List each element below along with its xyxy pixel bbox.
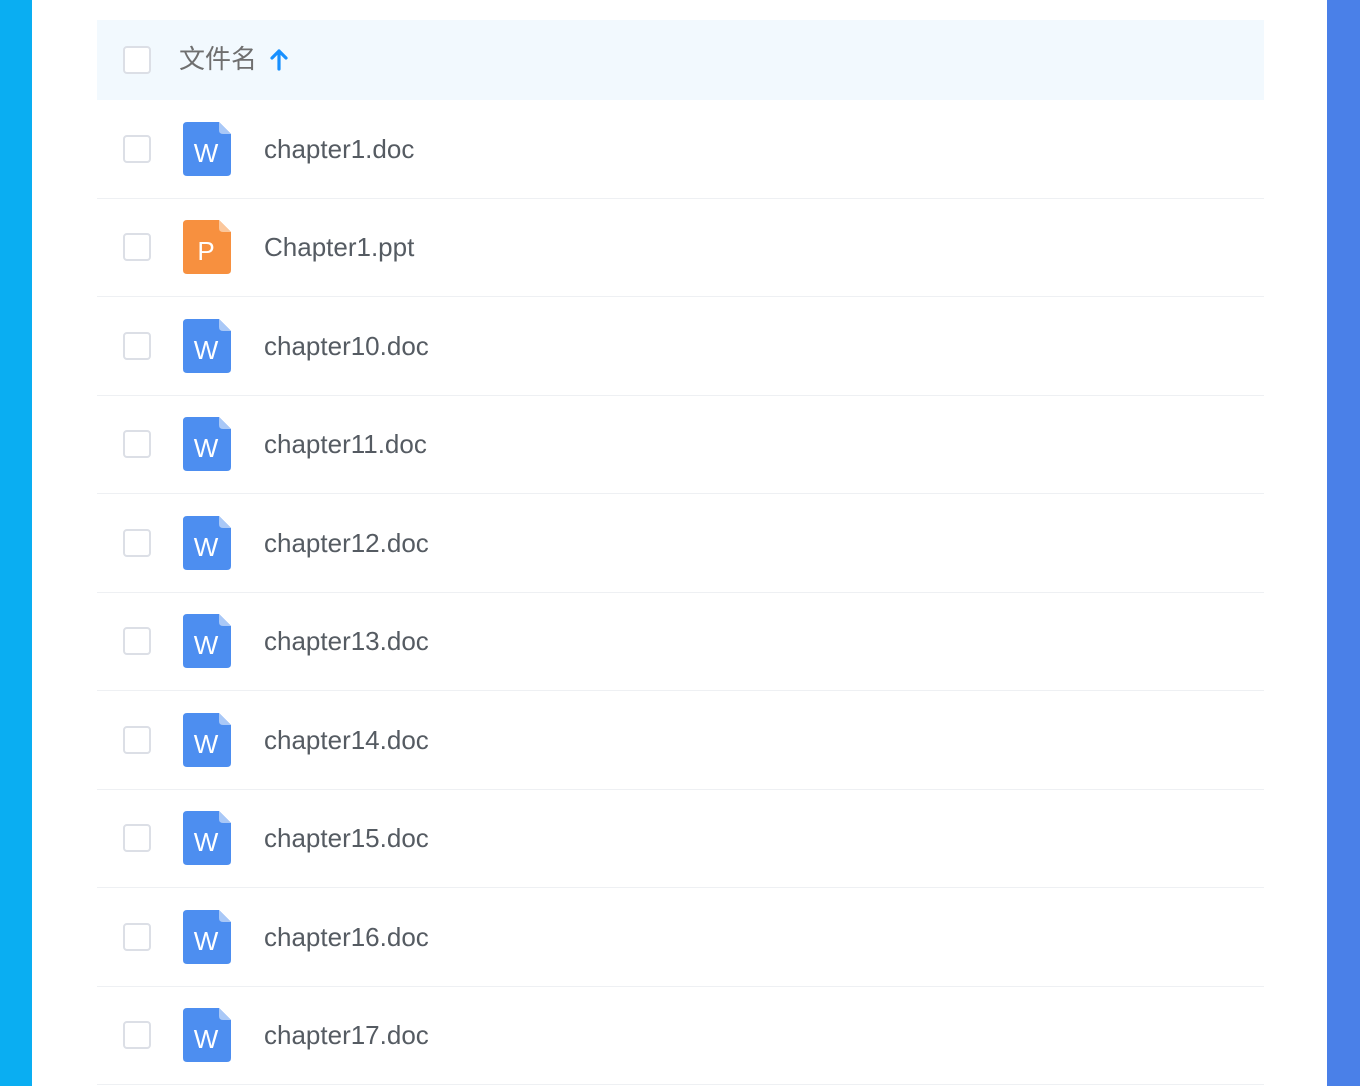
file-row[interactable]: Wchapter16.doc <box>97 888 1264 987</box>
file-row[interactable]: Wchapter12.doc <box>97 494 1264 593</box>
file-name[interactable]: chapter12.doc <box>264 530 429 556</box>
file-row[interactable]: Wchapter1.doc <box>97 100 1264 199</box>
file-row[interactable]: Wchapter17.doc <box>97 987 1264 1085</box>
word-file-icon: W <box>183 614 231 669</box>
file-rows: Wchapter1.doc P Chapter1.ppt Wchapter10.doc… <box>97 100 1264 1085</box>
file-icon-letter: P <box>197 236 214 266</box>
file-row[interactable]: P Chapter1.ppt <box>97 199 1264 297</box>
word-file-icon: W <box>183 417 231 472</box>
word-file-icon: W <box>183 515 231 570</box>
file-name[interactable]: chapter13.doc <box>264 628 429 654</box>
file-name[interactable]: chapter11.doc <box>264 431 427 457</box>
file-name[interactable]: chapter10.doc <box>264 333 429 359</box>
file-icon-letter: W <box>194 1024 219 1054</box>
file-list-header: 文件名 <box>97 20 1264 100</box>
file-name[interactable]: chapter16.doc <box>264 924 429 950</box>
file-checkbox[interactable] <box>123 528 151 557</box>
file-row[interactable]: Wchapter10.doc <box>97 297 1264 396</box>
file-name[interactable]: chapter15.doc <box>264 825 429 851</box>
word-file-icon: W <box>183 1008 231 1063</box>
file-name[interactable]: chapter1.doc <box>264 136 414 162</box>
file-row[interactable]: Wchapter14.doc <box>97 691 1264 790</box>
file-list: 文件名 Wchapter1.doc P Chapter1.ppt Wchapter10… <box>97 20 1264 1085</box>
file-icon-letter: W <box>194 827 219 857</box>
file-name[interactable]: Chapter1.ppt <box>264 234 414 260</box>
powerpoint-file-icon: P <box>183 220 231 275</box>
word-file-icon: W <box>183 318 231 373</box>
file-checkbox[interactable] <box>123 134 151 163</box>
file-icon-letter: W <box>194 729 219 759</box>
file-checkbox[interactable] <box>123 627 151 656</box>
word-file-icon: W <box>183 811 231 866</box>
file-name[interactable]: chapter14.doc <box>264 727 429 753</box>
file-checkbox[interactable] <box>123 922 151 951</box>
file-icon-letter: W <box>194 433 219 463</box>
select-all-checkbox[interactable] <box>123 46 151 74</box>
file-icon-letter: W <box>194 335 219 365</box>
arrow-up-icon[interactable] <box>269 48 289 72</box>
file-row[interactable]: Wchapter11.doc <box>97 396 1264 494</box>
filename-column-header[interactable]: 文件名 <box>179 47 257 73</box>
file-checkbox[interactable] <box>123 430 151 459</box>
left-edge-bar <box>0 0 32 1086</box>
word-file-icon: W <box>183 712 231 767</box>
file-row[interactable]: Wchapter13.doc <box>97 593 1264 691</box>
word-file-icon: W <box>183 909 231 964</box>
file-icon-letter: W <box>194 630 219 660</box>
right-edge-bar <box>1327 0 1360 1086</box>
file-name[interactable]: chapter17.doc <box>264 1022 429 1048</box>
file-icon-letter: W <box>194 138 219 168</box>
file-row[interactable]: Wchapter15.doc <box>97 790 1264 888</box>
file-icon-letter: W <box>194 926 219 956</box>
word-file-icon: W <box>183 121 231 176</box>
file-checkbox[interactable] <box>123 824 151 853</box>
file-icon-letter: W <box>194 532 219 562</box>
file-checkbox[interactable] <box>123 331 151 360</box>
file-checkbox[interactable] <box>123 1021 151 1050</box>
file-checkbox[interactable] <box>123 233 151 262</box>
file-checkbox[interactable] <box>123 725 151 754</box>
